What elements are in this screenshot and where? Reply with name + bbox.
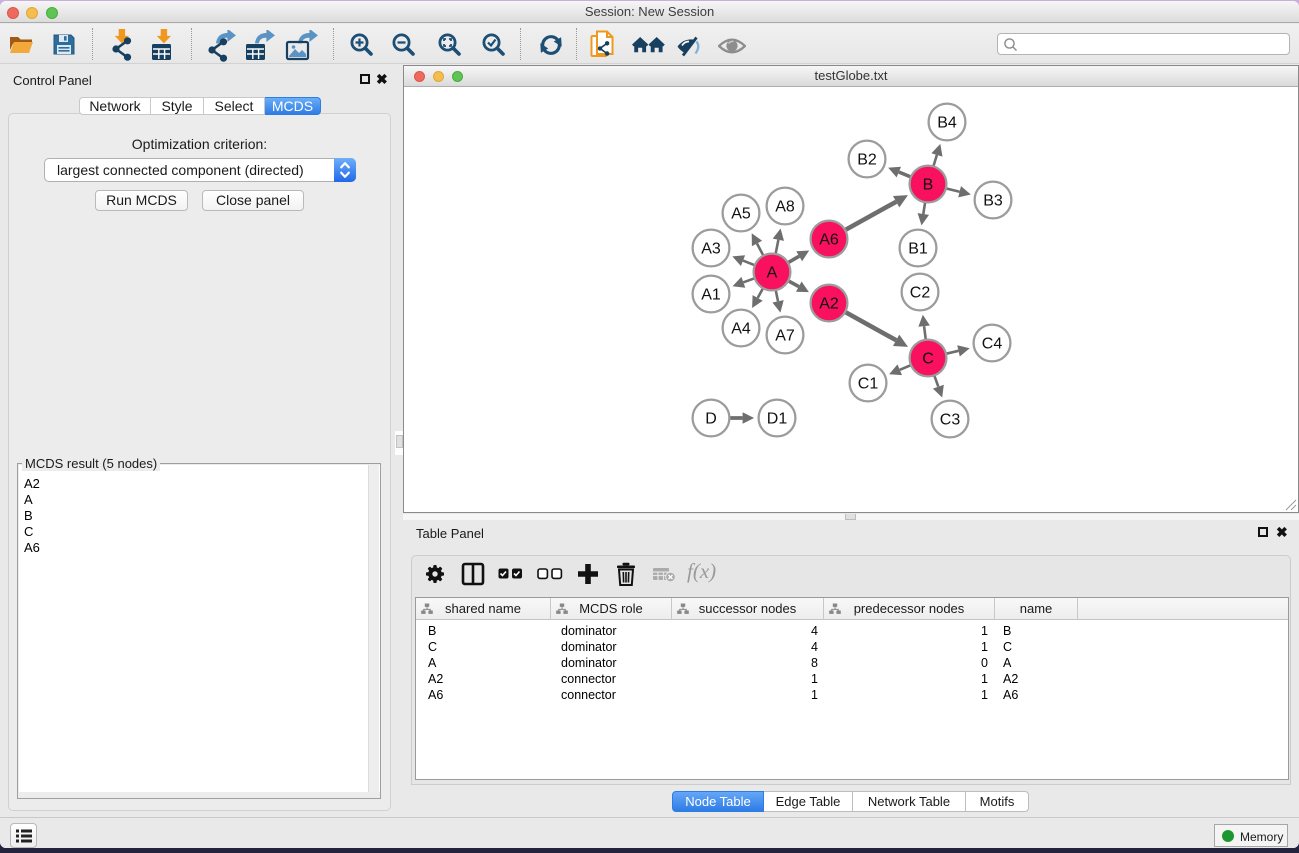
svg-text:A5: A5 bbox=[731, 206, 751, 223]
svg-text:B: B bbox=[923, 177, 934, 194]
svg-text:A2: A2 bbox=[819, 296, 839, 313]
svg-text:B1: B1 bbox=[908, 241, 928, 258]
svg-text:A3: A3 bbox=[701, 241, 721, 258]
svg-text:A: A bbox=[767, 265, 778, 282]
svg-text:A6: A6 bbox=[819, 232, 839, 249]
svg-text:A8: A8 bbox=[775, 199, 795, 216]
svg-text:C1: C1 bbox=[858, 376, 879, 393]
svg-text:B2: B2 bbox=[857, 152, 877, 169]
svg-text:C3: C3 bbox=[940, 412, 961, 429]
svg-text:C2: C2 bbox=[910, 285, 931, 302]
svg-text:A1: A1 bbox=[701, 287, 721, 304]
svg-text:A7: A7 bbox=[775, 328, 795, 345]
svg-text:D1: D1 bbox=[767, 411, 788, 428]
svg-text:D: D bbox=[705, 411, 717, 428]
svg-text:C: C bbox=[922, 351, 934, 368]
svg-text:B3: B3 bbox=[983, 193, 1003, 210]
svg-text:B4: B4 bbox=[937, 115, 957, 132]
svg-text:A4: A4 bbox=[731, 321, 751, 338]
svg-text:C4: C4 bbox=[982, 336, 1003, 353]
